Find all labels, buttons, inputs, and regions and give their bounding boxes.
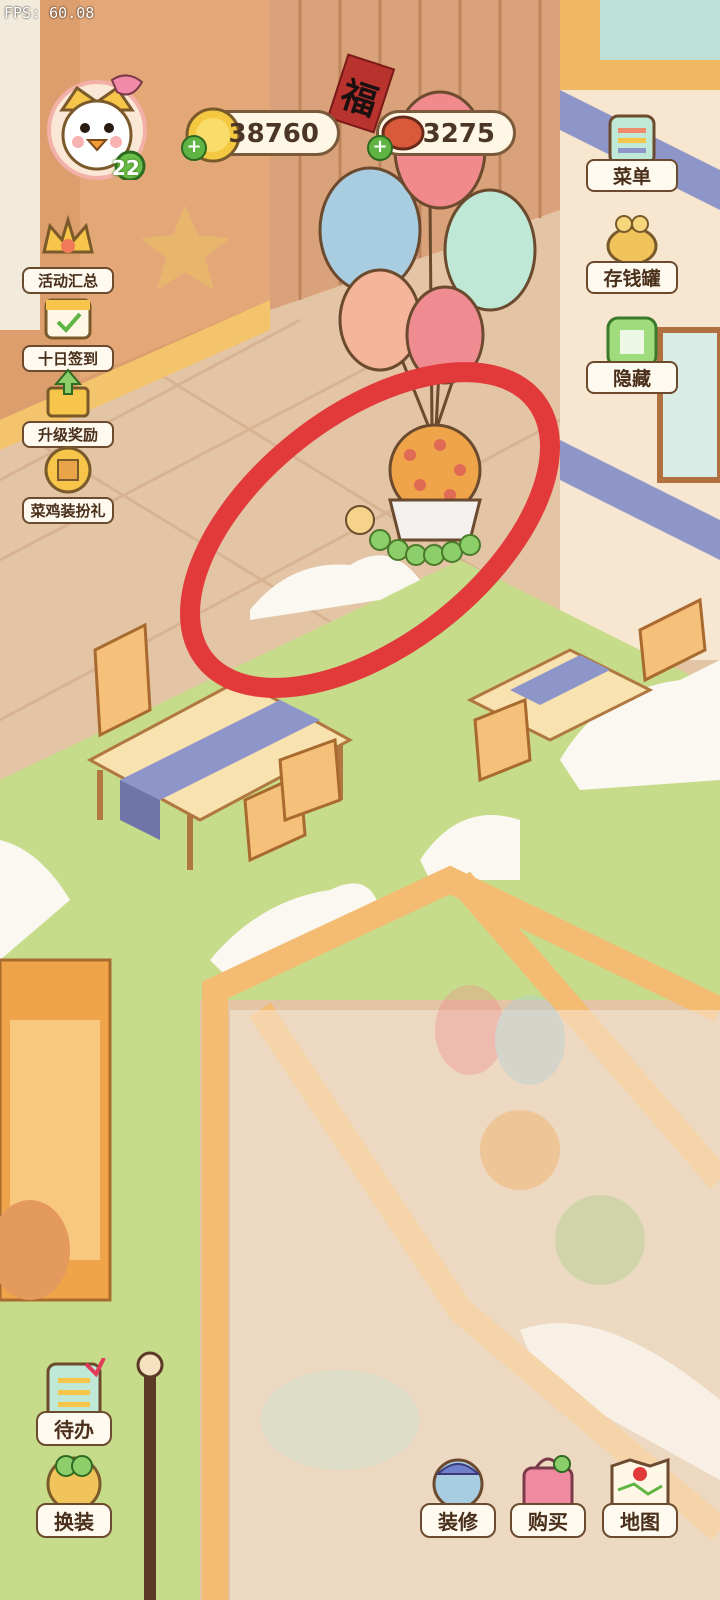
decorate-label: 装修 bbox=[420, 1503, 496, 1538]
map-label: 地图 bbox=[602, 1503, 678, 1538]
level-reward-button[interactable]: 升级奖励 bbox=[22, 366, 114, 448]
purchase-button[interactable]: 购买 bbox=[506, 1450, 590, 1538]
meat-counter[interactable]: + 3275 bbox=[367, 110, 516, 161]
todo-button[interactable]: 待办 bbox=[32, 1358, 116, 1446]
coin-amount: 38760 bbox=[228, 119, 319, 149]
purchase-label: 购买 bbox=[510, 1503, 586, 1538]
piggy-bank-label: 存钱罐 bbox=[586, 261, 678, 294]
ten-day-checkin-button[interactable]: 十日签到 bbox=[22, 290, 114, 372]
calendar-check-icon bbox=[44, 298, 92, 340]
hide-ui-label: 隐藏 bbox=[586, 361, 678, 394]
menu-label: 菜单 bbox=[586, 159, 678, 192]
outfit-gift-label: 菜鸡装扮礼 bbox=[22, 497, 114, 524]
add-meat-button[interactable]: + bbox=[367, 135, 393, 161]
crown-trophy-icon bbox=[42, 214, 94, 254]
level-up-gift-icon bbox=[46, 368, 90, 418]
add-coins-button[interactable]: + bbox=[181, 135, 207, 161]
piggy-bank-button[interactable]: 存钱罐 bbox=[586, 212, 678, 294]
menu-button[interactable]: 菜单 bbox=[586, 110, 678, 192]
outfit-gift-button[interactable]: 菜鸡装扮礼 bbox=[22, 442, 114, 524]
coin-counter[interactable]: + 38760 bbox=[181, 107, 340, 163]
events-summary-button[interactable]: 活动汇总 bbox=[22, 212, 114, 294]
hide-ui-button[interactable]: 隐藏 bbox=[586, 312, 678, 394]
decorate-button[interactable]: 装修 bbox=[416, 1450, 500, 1538]
meat-amount: 3275 bbox=[422, 119, 495, 149]
map-button[interactable]: 地图 bbox=[598, 1450, 682, 1538]
todo-label: 待办 bbox=[36, 1411, 112, 1446]
change-outfit-label: 换装 bbox=[36, 1503, 112, 1538]
outfit-gift-icon bbox=[44, 446, 92, 494]
fps-counter: FPS: 60.08 bbox=[4, 4, 95, 22]
change-outfit-button[interactable]: 换装 bbox=[32, 1450, 116, 1538]
player-level-badge: 22 bbox=[112, 156, 140, 180]
